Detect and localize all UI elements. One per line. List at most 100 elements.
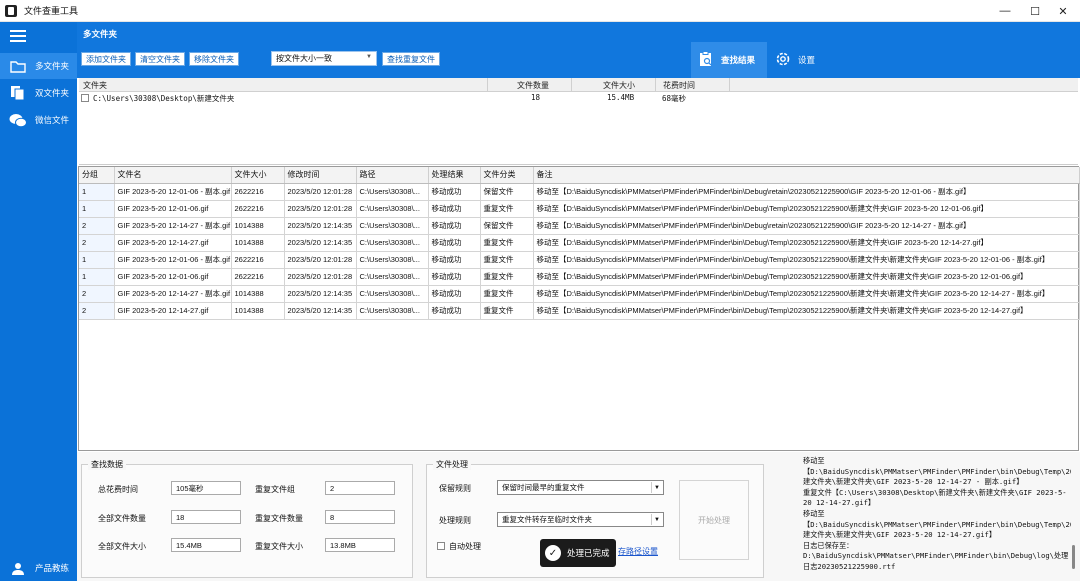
folder-grid: 文件夹 文件数量 文件大小 花费时间 C:\Users\30308\Deskto… bbox=[79, 78, 1078, 165]
cell-group: 1 bbox=[79, 200, 115, 218]
total-count-field: 18 bbox=[171, 510, 241, 524]
log-scrollbar[interactable] bbox=[1072, 545, 1075, 569]
column-header-filename[interactable]: 文件名 bbox=[114, 167, 232, 184]
table-row[interactable]: 1 GIF 2023-5-20 12-01-06 - 副本.gif 2622216 2… bbox=[79, 183, 1080, 201]
cell-size: 2622216 bbox=[231, 251, 285, 269]
cell-filename: GIF 2023-5-20 12-14-27 - 副本.gif bbox=[114, 285, 232, 303]
column-header-result[interactable]: 处理结果 bbox=[428, 167, 481, 184]
cell-group: 1 bbox=[79, 183, 115, 201]
cell-path: C:\Users\30308\... bbox=[356, 302, 429, 320]
cell-result: 移动成功 bbox=[428, 234, 481, 252]
folder-size: 15.4MB bbox=[607, 93, 635, 102]
sidebar-item-label: 双文件夹 bbox=[35, 88, 70, 98]
chevron-down-icon: ▼ bbox=[366, 54, 372, 60]
handle-rule-select[interactable]: 重复文件转存至临时文件夹 ▼ bbox=[497, 512, 664, 527]
table-row[interactable]: 1 GIF 2023-5-20 12-01-06.gif 2622216 2023/5… bbox=[79, 200, 1080, 218]
cell-filename: GIF 2023-5-20 12-14-27.gif bbox=[114, 302, 232, 320]
column-header: 花费时间 bbox=[663, 81, 695, 90]
table-row[interactable]: 1 GIF 2023-5-20 12-01-06.gif 2622216 2023/5… bbox=[79, 268, 1080, 286]
column-header-modified[interactable]: 修改时间 bbox=[284, 167, 357, 184]
folder-row[interactable]: C:\Users\30308\Desktop\新建文件夹 18 15.4MB 6… bbox=[79, 92, 1078, 104]
bottom-panel: 查找数据 总花费时间 105毫秒 重复文件组 2 全部文件数量 18 重复文件数… bbox=[77, 452, 1080, 581]
cell-size: 1014388 bbox=[231, 217, 285, 235]
sidebar: 多文件夹 双文件夹 微信文件 产品教练 bbox=[0, 22, 77, 581]
checkmark-icon: ✓ bbox=[545, 545, 561, 561]
tab-settings[interactable]: 设置 bbox=[772, 42, 842, 78]
cell-note: 移动至【D:\BaiduSyncdisk\PMMatser\PMFinder\P… bbox=[533, 217, 1080, 235]
column-header-size[interactable]: 文件大小 bbox=[231, 167, 285, 184]
cell-group: 2 bbox=[79, 285, 115, 303]
hamburger-menu-icon[interactable] bbox=[10, 30, 26, 43]
cell-size: 2622216 bbox=[231, 200, 285, 218]
cell-path: C:\Users\30308\... bbox=[356, 285, 429, 303]
cell-modified: 2023/5/20 12:01:28 bbox=[284, 183, 357, 201]
column-header-note[interactable]: 备注 bbox=[533, 167, 1080, 184]
cell-result: 移动成功 bbox=[428, 183, 481, 201]
tab-settings-label: 设置 bbox=[798, 55, 816, 65]
handle-rule-label: 处理规则 bbox=[439, 516, 471, 525]
cell-path: C:\Users\30308\... bbox=[356, 183, 429, 201]
column-header-path[interactable]: 路径 bbox=[356, 167, 429, 184]
handle-rule-value: 重复文件转存至临时文件夹 bbox=[502, 515, 592, 524]
table-row[interactable]: 2 GIF 2023-5-20 12-14-27 - 副本.gif 1014388 2… bbox=[79, 285, 1080, 303]
column-header-group[interactable]: 分组 bbox=[79, 167, 115, 184]
cell-result: 移动成功 bbox=[428, 217, 481, 235]
row-checkbox[interactable] bbox=[81, 94, 89, 102]
sidebar-item-coach[interactable]: 产品教练 bbox=[0, 555, 77, 581]
stats-title: 查找数据 bbox=[88, 459, 126, 470]
cell-result: 移动成功 bbox=[428, 268, 481, 286]
cell-size: 2622216 bbox=[231, 183, 285, 201]
cell-category: 重复文件 bbox=[480, 251, 534, 269]
results-grid: 分组 文件名 文件大小 修改时间 路径 处理结果 文件分类 备注 1 GIF 20… bbox=[78, 166, 1080, 451]
table-row[interactable]: 2 GIF 2023-5-20 12-14-27 - 副本.gif 1014388 2… bbox=[79, 217, 1080, 235]
table-row[interactable]: 2 GIF 2023-5-20 12-14-27.gif 1014388 2023/5… bbox=[79, 302, 1080, 320]
find-duplicates-button[interactable]: 查找重复文件 bbox=[382, 52, 440, 66]
clear-folder-button[interactable]: 清空文件夹 bbox=[135, 52, 185, 66]
tab-results[interactable]: 查找结果 bbox=[691, 42, 767, 78]
cell-size: 1014388 bbox=[231, 285, 285, 303]
sidebar-item-multi-folder[interactable]: 多文件夹 bbox=[0, 53, 77, 79]
cell-category: 保留文件 bbox=[480, 217, 534, 235]
cell-modified: 2023/5/20 12:14:35 bbox=[284, 217, 357, 235]
table-row[interactable]: 2 GIF 2023-5-20 12-14-27.gif 1014388 2023/5… bbox=[79, 234, 1080, 252]
cell-path: C:\Users\30308\... bbox=[356, 268, 429, 286]
cell-size: 1014388 bbox=[231, 302, 285, 320]
sidebar-item-wechat[interactable]: 微信文件 bbox=[0, 107, 77, 133]
cell-category: 重复文件 bbox=[480, 302, 534, 320]
folder-time: 68毫秒 bbox=[662, 94, 687, 103]
match-mode-select[interactable]: 按文件大小一致 ▼ bbox=[271, 51, 377, 66]
cell-modified: 2023/5/20 12:14:35 bbox=[284, 234, 357, 252]
cell-group: 2 bbox=[79, 217, 115, 235]
cell-size: 2622216 bbox=[231, 268, 285, 286]
chevron-down-icon: ▼ bbox=[651, 482, 662, 493]
keep-rule-select[interactable]: 保留时间最早的重复文件 ▼ bbox=[497, 480, 664, 495]
folder-icon bbox=[9, 58, 27, 74]
sidebar-item-label: 多文件夹 bbox=[35, 61, 70, 71]
minimize-button[interactable]: — bbox=[988, 0, 1022, 22]
app-icon bbox=[5, 4, 17, 17]
folder-grid-header: 文件夹 文件数量 文件大小 花费时间 bbox=[79, 78, 1078, 92]
results-table: 分组 文件名 文件大小 修改时间 路径 处理结果 文件分类 备注 1 GIF 20… bbox=[79, 167, 1080, 320]
sidebar-item-label: 微信文件 bbox=[35, 115, 70, 125]
start-process-button[interactable]: 开始处理 bbox=[679, 480, 749, 560]
close-button[interactable]: ✕ bbox=[1046, 0, 1080, 22]
add-folder-button[interactable]: 添加文件夹 bbox=[81, 52, 131, 66]
keep-rule-label: 保留规则 bbox=[439, 484, 471, 493]
cell-modified: 2023/5/20 12:01:28 bbox=[284, 268, 357, 286]
copy-files-icon bbox=[9, 85, 27, 101]
cell-category: 重复文件 bbox=[480, 268, 534, 286]
sidebar-item-dual-folder[interactable]: 双文件夹 bbox=[0, 80, 77, 106]
save-path-settings-link[interactable]: 存路径设置 bbox=[618, 546, 658, 557]
cell-note: 移动至【D:\BaiduSyncdisk\PMMatser\PMFinder\P… bbox=[533, 200, 1080, 218]
cell-note: 移动至【D:\BaiduSyncdisk\PMMatser\PMFinder\P… bbox=[533, 268, 1080, 286]
column-header-category[interactable]: 文件分类 bbox=[480, 167, 534, 184]
remove-folder-button[interactable]: 移除文件夹 bbox=[189, 52, 239, 66]
total-time-field: 105毫秒 bbox=[171, 481, 241, 495]
keep-rule-value: 保留时间最早的重复文件 bbox=[502, 483, 585, 492]
auto-process-checkbox[interactable] bbox=[437, 542, 445, 550]
cell-group: 1 bbox=[79, 268, 115, 286]
cell-category: 保留文件 bbox=[480, 183, 534, 201]
table-row[interactable]: 1 GIF 2023-5-20 12-01-06 - 副本.gif 2622216 2… bbox=[79, 251, 1080, 269]
toolbar: 多文件夹 添加文件夹 清空文件夹 移除文件夹 按文件大小一致 ▼ 查找重复文件 … bbox=[77, 22, 1080, 78]
dup-count-label: 重复文件数量 bbox=[255, 514, 303, 523]
